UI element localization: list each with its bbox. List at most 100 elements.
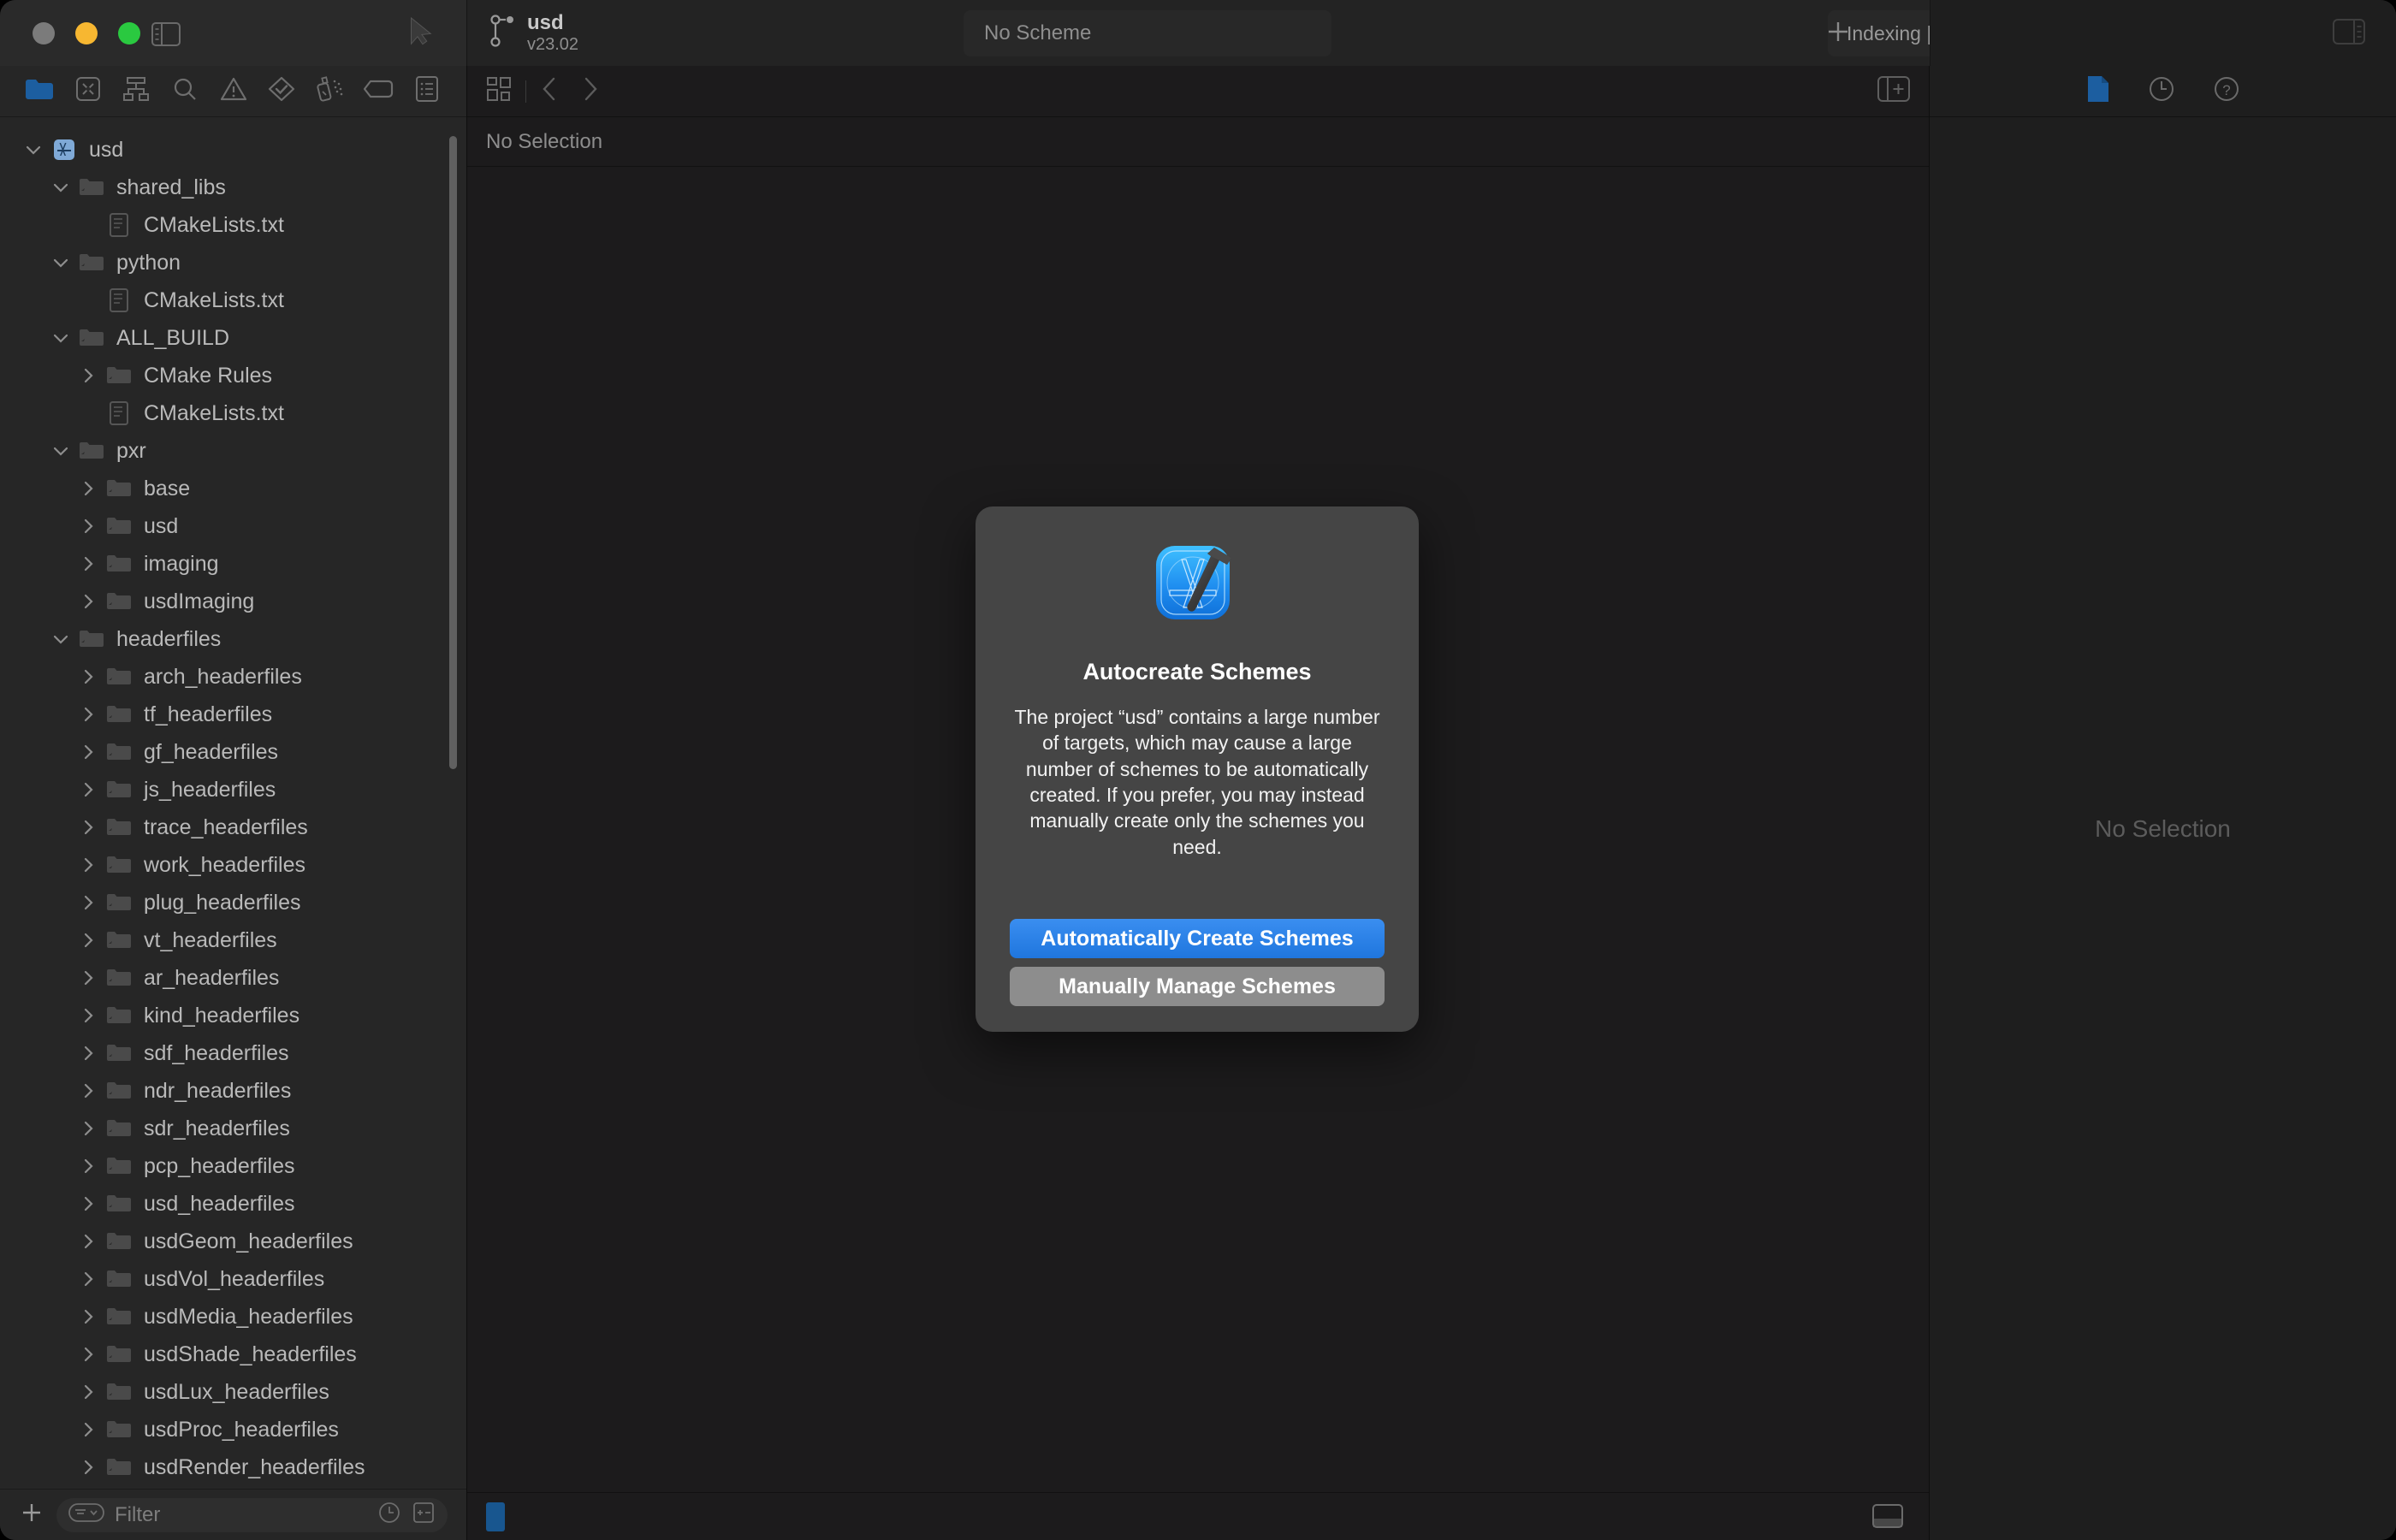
chevron-right-icon[interactable] (74, 367, 103, 384)
tree-item[interactable]: vt_headerfiles (0, 921, 466, 959)
project-file-tree[interactable]: usdshared_libsCMakeLists.txtpythonCMakeL… (0, 117, 466, 1489)
chevron-right-icon[interactable] (74, 894, 103, 911)
chevron-right-icon[interactable] (74, 1421, 103, 1438)
editor-jump-bar[interactable]: No Selection (467, 117, 1929, 167)
chevron-right-icon[interactable] (74, 1158, 103, 1175)
chevron-right-icon[interactable] (74, 518, 103, 535)
project-indicator[interactable]: usd v23.02 (489, 11, 578, 55)
tree-item[interactable]: shared_libs (0, 169, 466, 206)
tree-item[interactable]: CMakeLists.txt (0, 394, 466, 432)
tree-item[interactable]: usdMedia_headerfiles (0, 1298, 466, 1336)
tree-item[interactable]: usd (0, 131, 466, 169)
tree-item[interactable]: usdLux_headerfiles (0, 1373, 466, 1411)
chevron-right-icon[interactable] (74, 743, 103, 761)
tree-item[interactable]: plug_headerfiles (0, 884, 466, 921)
tree-item[interactable]: js_headerfiles (0, 771, 466, 808)
chevron-right-icon[interactable] (74, 1233, 103, 1250)
tree-item[interactable]: imaging (0, 545, 466, 583)
console-toggle-icon[interactable] (1872, 1504, 1903, 1532)
tree-item[interactable]: usd_headerfiles (0, 1185, 466, 1223)
sidebar-item-breakpoint-navigator[interactable] (354, 73, 403, 110)
chevron-right-icon[interactable] (74, 1270, 103, 1288)
sidebar-item-debug-navigator[interactable] (305, 73, 354, 110)
chevron-right-icon[interactable] (74, 1045, 103, 1062)
chevron-right-icon[interactable] (74, 706, 103, 723)
chevron-right-icon[interactable] (74, 555, 103, 572)
tab-quick-help-inspector[interactable]: ? (2213, 75, 2240, 107)
sidebar-item-source-control-navigator[interactable] (64, 73, 113, 110)
filter-input[interactable]: Filter (56, 1498, 448, 1532)
chevron-down-icon[interactable] (46, 633, 75, 645)
tree-item[interactable]: sdf_headerfiles (0, 1034, 466, 1072)
filter-dropdown-icon[interactable] (68, 1502, 104, 1527)
tree-item[interactable]: ndr_headerfiles (0, 1072, 466, 1110)
tree-item[interactable]: ar_headerfiles (0, 959, 466, 997)
tree-item[interactable]: base (0, 470, 466, 507)
chevron-right-icon[interactable] (74, 480, 103, 497)
tree-item[interactable]: CMakeLists.txt (0, 206, 466, 244)
chevron-down-icon[interactable] (46, 181, 75, 193)
chevron-right-icon[interactable] (74, 1195, 103, 1212)
sidebar-item-report-navigator[interactable] (403, 73, 452, 110)
tree-item[interactable]: usdImaging (0, 583, 466, 620)
chevron-right-icon[interactable] (74, 1120, 103, 1137)
manually-manage-schemes-button[interactable]: Manually Manage Schemes (1010, 967, 1385, 1006)
tab-file-inspector[interactable] (2086, 74, 2110, 108)
grid-thumbnails-icon[interactable] (486, 76, 512, 106)
chevron-right-icon[interactable] (74, 668, 103, 685)
zoom-button[interactable] (118, 22, 140, 44)
chevron-right-icon[interactable] (74, 1007, 103, 1024)
tree-item[interactable]: arch_headerfiles (0, 658, 466, 696)
tree-item[interactable]: usd (0, 507, 466, 545)
tree-item[interactable]: gf_headerfiles (0, 733, 466, 771)
tree-item[interactable]: pxr (0, 432, 466, 470)
tree-item[interactable]: CMakeLists.txt (0, 281, 466, 319)
tree-item[interactable]: headerfiles (0, 620, 466, 658)
sidebar-item-project-navigator[interactable] (15, 73, 64, 110)
add-editor-icon[interactable] (1877, 76, 1910, 106)
tree-item[interactable]: tf_headerfiles (0, 696, 466, 733)
chevron-right-icon[interactable] (74, 819, 103, 836)
add-file-button[interactable] (19, 1500, 44, 1530)
right-inspector-toggle-icon[interactable] (2333, 19, 2365, 49)
chevron-right-icon[interactable] (74, 932, 103, 949)
chevron-right-icon[interactable] (74, 856, 103, 874)
tree-item[interactable]: usdRender_headerfiles (0, 1448, 466, 1486)
tree-item[interactable]: sdr_headerfiles (0, 1110, 466, 1147)
navigator-scrollbar[interactable] (449, 136, 457, 769)
sidebar-item-find-navigator[interactable] (161, 73, 210, 110)
sidebar-item-test-navigator[interactable] (258, 73, 306, 110)
chevron-right-icon[interactable] (74, 781, 103, 798)
sidebar-item-issue-navigator[interactable] (209, 73, 258, 110)
chevron-right-icon[interactable] (74, 593, 103, 610)
chevron-down-icon[interactable] (46, 332, 75, 344)
tab-history-inspector[interactable] (2148, 75, 2175, 107)
automatically-create-schemes-button[interactable]: Automatically Create Schemes (1010, 919, 1385, 958)
blue-tab-chip[interactable] (486, 1502, 505, 1531)
chevron-right-icon[interactable] (74, 1383, 103, 1401)
tree-item[interactable]: CMake Rules (0, 357, 466, 394)
chevron-down-icon[interactable] (19, 144, 48, 156)
tree-item[interactable]: kind_headerfiles (0, 997, 466, 1034)
tree-item[interactable]: work_headerfiles (0, 846, 466, 884)
chevron-right-icon[interactable] (74, 1308, 103, 1325)
scheme-selector[interactable]: No Scheme (964, 10, 1331, 56)
chevron-right-icon[interactable] (74, 1459, 103, 1476)
chevron-down-icon[interactable] (46, 257, 75, 269)
tree-item[interactable]: python (0, 244, 466, 281)
chevron-right-icon[interactable] (74, 1346, 103, 1363)
tree-item[interactable]: trace_headerfiles (0, 808, 466, 846)
chevron-right-icon[interactable] (74, 969, 103, 986)
left-sidebar-toggle-icon[interactable] (151, 22, 181, 50)
tree-item[interactable]: usdGeom_headerfiles (0, 1223, 466, 1260)
close-button[interactable] (33, 22, 55, 44)
tree-item[interactable]: usdVol_headerfiles (0, 1260, 466, 1298)
tree-item[interactable]: pcp_headerfiles (0, 1147, 466, 1185)
minimize-button[interactable] (75, 22, 98, 44)
add-editor-plus-icon[interactable] (1825, 19, 1851, 49)
tree-item[interactable]: usdShade_headerfiles (0, 1336, 466, 1373)
clock-icon[interactable] (377, 1501, 401, 1529)
source-control-filter-icon[interactable] (412, 1501, 436, 1529)
chevron-left-icon[interactable] (540, 76, 559, 106)
tree-item[interactable]: usdProc_headerfiles (0, 1411, 466, 1448)
